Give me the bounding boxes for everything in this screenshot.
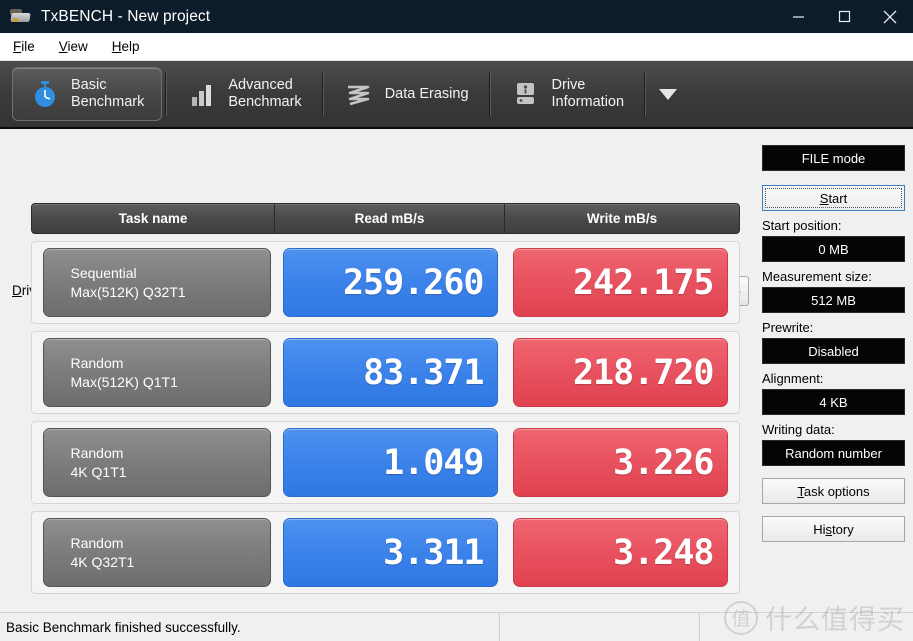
cell-read-value: 83.371 (275, 338, 505, 407)
table-row: Random 4K Q32T1 3.311 3.248 (31, 511, 740, 594)
cell-write-value: 3.248 (505, 518, 735, 587)
status-segment-3 (700, 613, 913, 641)
status-bar: Basic Benchmark finished successfully. (0, 612, 913, 641)
tab-divider (644, 72, 647, 116)
measurement-size-label: Measurement size: (762, 269, 872, 284)
column-header-read: Read mB/s (275, 204, 505, 233)
start-button[interactable]: Start (762, 185, 905, 211)
tab-label-data-erasing: Data Erasing (384, 85, 469, 102)
tab-divider (488, 72, 491, 116)
task-chip[interactable]: Random Max(512K) Q1T1 (42, 338, 271, 407)
tab-label-advanced-benchmark: Advanced Benchmark (228, 77, 302, 110)
txbench-window: TxBENCH - New project File View Help Bas… (0, 0, 913, 641)
read-value: 1.049 (282, 428, 498, 497)
tab-basic-benchmark[interactable]: Basic Benchmark (12, 67, 163, 121)
control-panel: FILE mode Start Start position: 0 MB Mea… (762, 145, 905, 542)
cell-read-value: 259.260 (275, 248, 505, 317)
tab-divider (165, 72, 168, 116)
tab-data-erasing[interactable]: Data Erasing (327, 67, 486, 121)
file-mode-button[interactable]: FILE mode (762, 145, 905, 171)
writing-data-value[interactable]: Random number (762, 440, 905, 466)
window-controls (775, 0, 913, 33)
task-line-1: Sequential (70, 264, 137, 281)
task-line-1: Random (70, 354, 124, 371)
tab-strip: Basic Benchmark Advanced Benchmark Data … (0, 61, 913, 129)
task-line-2: Max(512K) Q32T1 (70, 283, 186, 300)
tab-advanced-benchmark[interactable]: Advanced Benchmark (170, 67, 318, 121)
prewrite-value[interactable]: Disabled (762, 338, 905, 364)
stopwatch-icon (30, 79, 60, 109)
benchmark-results: Task name Read mB/s Write mB/s Sequentia… (31, 203, 740, 594)
cell-task-name: Sequential Max(512K) Q32T1 (38, 248, 275, 317)
cell-write-value: 218.720 (505, 338, 735, 407)
read-value: 3.311 (282, 518, 498, 587)
write-value: 3.226 (512, 428, 728, 497)
alignment-value[interactable]: 4 KB (762, 389, 905, 415)
cell-read-value: 3.311 (275, 518, 505, 587)
cell-write-value: 242.175 (505, 248, 735, 317)
cell-task-name: Random Max(512K) Q1T1 (38, 338, 275, 407)
tab-label-drive-information: Drive Information (551, 77, 625, 110)
column-header-write: Write mB/s (586, 211, 658, 226)
task-line-1: Random (70, 534, 124, 551)
start-position-value[interactable]: 0 MB (762, 236, 905, 262)
bar-chart-icon (187, 79, 217, 109)
column-header-task-name: Task name (32, 204, 275, 233)
minimize-button[interactable] (775, 0, 821, 33)
task-options-button[interactable]: Task options (762, 478, 905, 504)
tab-drive-information[interactable]: Drive Information (494, 67, 642, 121)
menu-bar: File View Help (0, 33, 913, 61)
table-row: Random Max(512K) Q1T1 83.371 218.720 (31, 331, 740, 414)
table-row: Sequential Max(512K) Q32T1 259.260 242.1… (31, 241, 740, 324)
menu-item-view[interactable]: View (48, 36, 99, 57)
table-header-row: Task name Read mB/s Write mB/s (31, 203, 740, 234)
read-value: 83.371 (282, 338, 498, 407)
cell-task-name: Random 4K Q1T1 (38, 428, 275, 497)
writing-data-label: Writing data: (762, 422, 835, 437)
menu-item-file[interactable]: File (2, 36, 46, 57)
task-chip[interactable]: Sequential Max(512K) Q32T1 (42, 248, 271, 317)
maximize-button[interactable] (821, 0, 867, 33)
chevron-down-icon[interactable] (659, 88, 678, 100)
write-value: 218.720 (512, 338, 728, 407)
task-chip[interactable]: Random 4K Q32T1 (42, 518, 271, 587)
status-message: Basic Benchmark finished successfully. (0, 612, 500, 641)
measurement-size-value[interactable]: 512 MB (762, 287, 905, 313)
write-value: 3.248 (512, 518, 728, 587)
cell-task-name: Random 4K Q32T1 (38, 518, 275, 587)
read-value: 259.260 (282, 248, 498, 317)
title-bar: TxBENCH - New project (0, 0, 913, 33)
alignment-label: Alignment: (762, 371, 824, 386)
cell-read-value: 1.049 (275, 428, 505, 497)
status-segment-2 (500, 612, 700, 641)
task-line-2: 4K Q1T1 (70, 463, 127, 480)
task-line-1: Random (70, 444, 124, 461)
app-icon (10, 6, 32, 28)
history-button[interactable]: History (762, 516, 905, 542)
tab-label-basic-benchmark: Basic Benchmark (71, 77, 145, 110)
window-title: TxBENCH - New project (41, 7, 211, 25)
task-chip[interactable]: Random 4K Q1T1 (42, 428, 271, 497)
prewrite-label: Prewrite: (762, 320, 814, 335)
eraser-waves-icon (344, 79, 374, 109)
cell-write-value: 3.226 (505, 428, 735, 497)
drive-info-icon (511, 79, 541, 109)
tab-divider (321, 72, 324, 116)
write-value: 242.175 (512, 248, 728, 317)
start-position-label: Start position: (762, 218, 842, 233)
close-button[interactable] (867, 0, 913, 33)
menu-item-help[interactable]: Help (101, 36, 151, 57)
task-line-2: Max(512K) Q1T1 (70, 373, 178, 390)
task-line-2: 4K Q32T1 (70, 553, 135, 570)
table-row: Random 4K Q1T1 1.049 3.226 (31, 421, 740, 504)
